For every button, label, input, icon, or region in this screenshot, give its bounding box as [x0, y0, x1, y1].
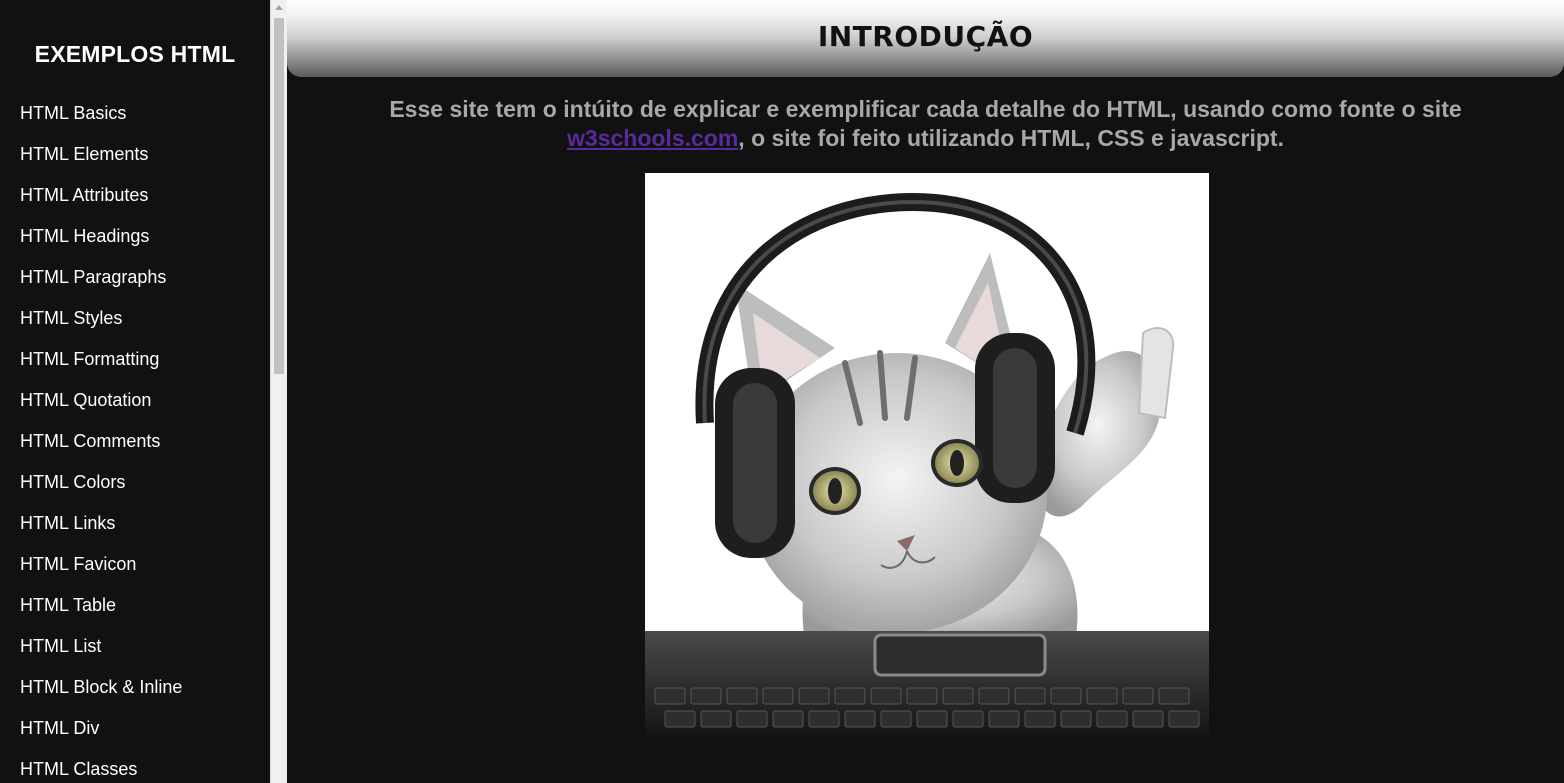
cat-with-headphones-image: [645, 173, 1209, 737]
sidebar-item-basics[interactable]: HTML Basics: [0, 93, 270, 134]
sidebar-item-div[interactable]: HTML Div: [0, 708, 270, 749]
header-bar: INTRODUÇÃO: [287, 0, 1564, 77]
sidebar-item-table[interactable]: HTML Table: [0, 585, 270, 626]
main-content: INTRODUÇÃO Esse site tem o intúito de ex…: [287, 0, 1564, 783]
sidebar-item-list[interactable]: HTML List: [0, 626, 270, 667]
w3schools-link[interactable]: w3schools.com: [567, 125, 738, 151]
intro-paragraph: Esse site tem o intúito de explicar e ex…: [326, 95, 1526, 153]
sidebar-item-attributes[interactable]: HTML Attributes: [0, 175, 270, 216]
sidebar-item-classes[interactable]: HTML Classes: [0, 749, 270, 783]
sidebar: EXEMPLOS HTML HTML Basics HTML Elements …: [0, 0, 270, 783]
sidebar-item-elements[interactable]: HTML Elements: [0, 134, 270, 175]
sidebar-item-formatting[interactable]: HTML Formatting: [0, 339, 270, 380]
cat-with-headphones-icon: [645, 173, 1209, 737]
intro-text-before-link: Esse site tem o intúito de explicar e ex…: [389, 96, 1462, 122]
scrollbar-thumb[interactable]: [274, 18, 284, 374]
sidebar-item-headings[interactable]: HTML Headings: [0, 216, 270, 257]
intro-text-after-link: , o site foi feito utilizando HTML, CSS …: [738, 125, 1284, 151]
sidebar-item-links[interactable]: HTML Links: [0, 503, 270, 544]
sidebar-item-comments[interactable]: HTML Comments: [0, 421, 270, 462]
sidebar-item-quotation[interactable]: HTML Quotation: [0, 380, 270, 421]
page-title: INTRODUÇÃO: [817, 19, 1034, 53]
scroll-up-arrow-icon[interactable]: [275, 5, 283, 10]
sidebar-title: EXEMPLOS HTML: [34, 41, 236, 67]
sidebar-scrollbar[interactable]: [270, 0, 287, 783]
sidebar-nav-list: HTML Basics HTML Elements HTML Attribute…: [0, 93, 270, 783]
sidebar-item-paragraphs[interactable]: HTML Paragraphs: [0, 257, 270, 298]
sidebar-item-styles[interactable]: HTML Styles: [0, 298, 270, 339]
sidebar-item-favicon[interactable]: HTML Favicon: [0, 544, 270, 585]
sidebar-item-block-inline[interactable]: HTML Block & Inline: [0, 667, 270, 708]
sidebar-item-colors[interactable]: HTML Colors: [0, 462, 270, 503]
